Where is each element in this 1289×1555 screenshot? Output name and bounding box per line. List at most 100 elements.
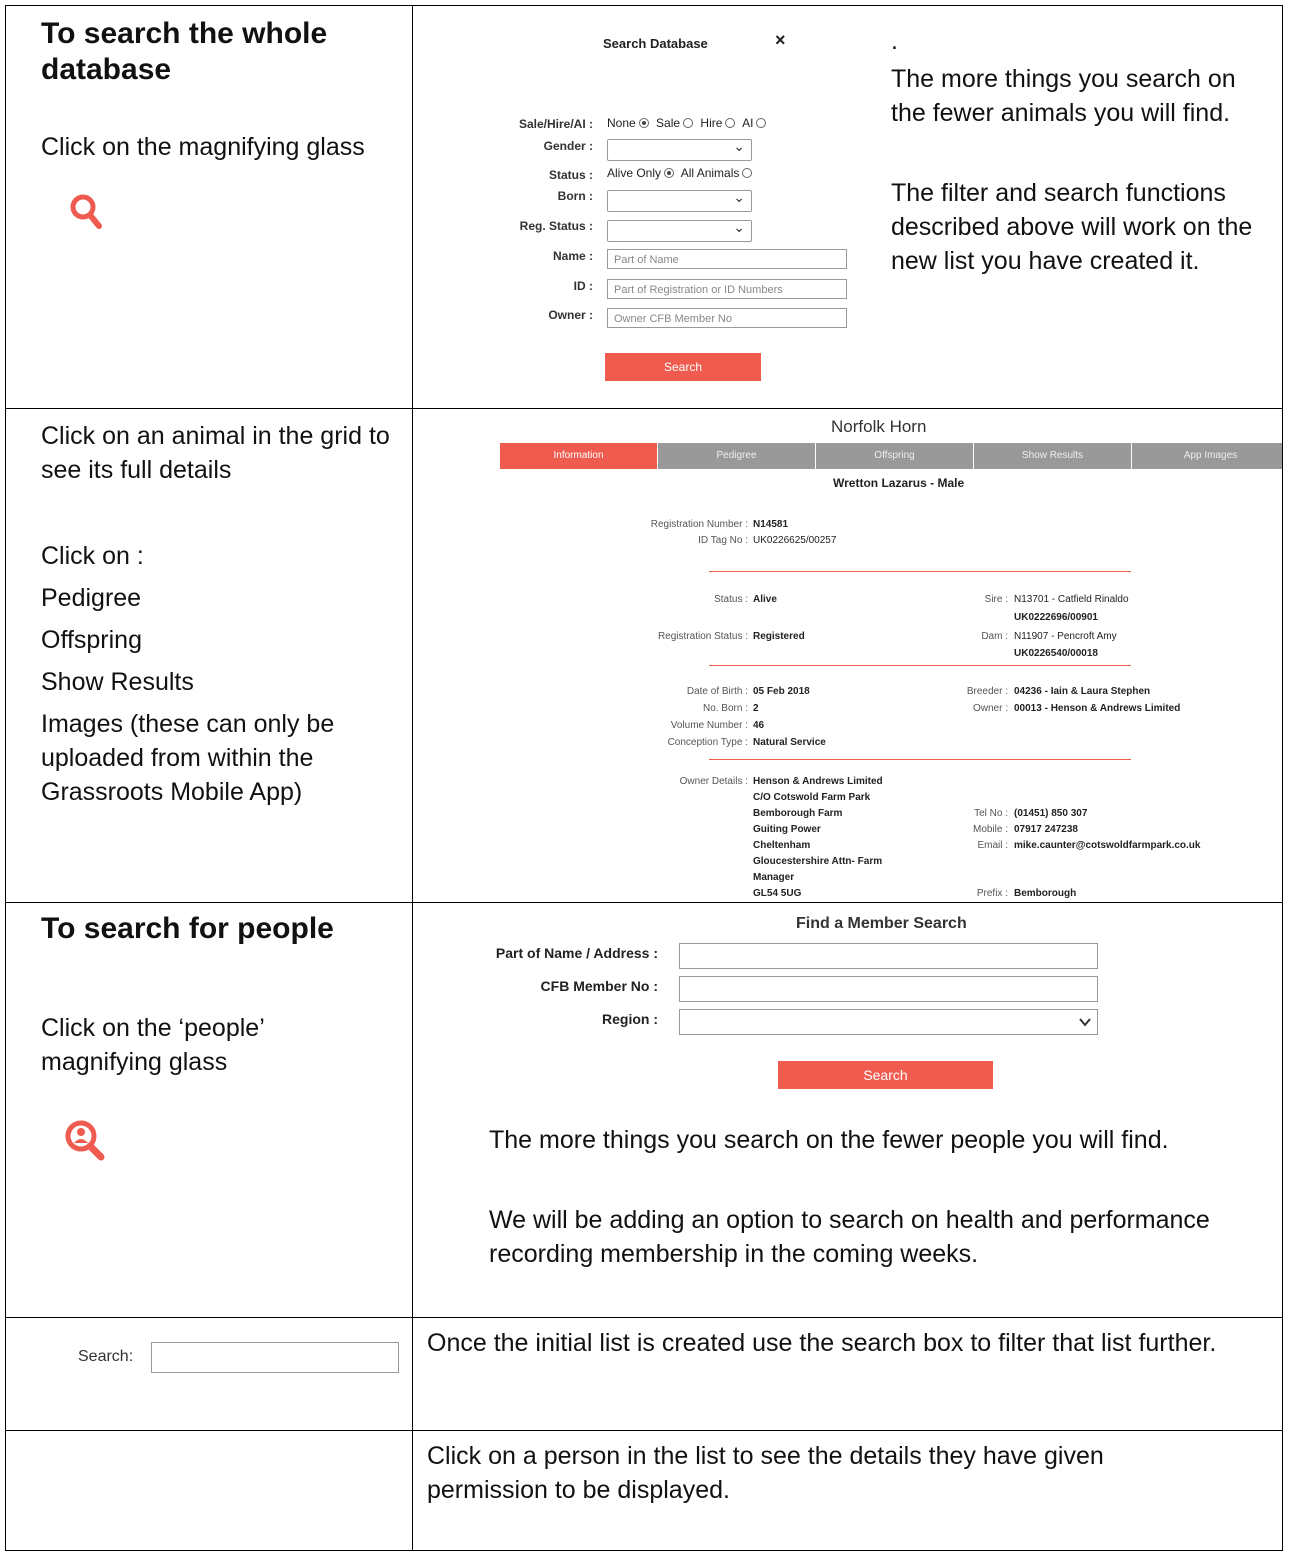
id-label: ID : xyxy=(573,279,593,293)
search-icon[interactable] xyxy=(69,193,107,235)
tab-information[interactable]: Information xyxy=(500,443,658,469)
mobile-value: 07917 247238 xyxy=(1014,824,1078,835)
radio-hire-label: Hire xyxy=(700,116,723,130)
born-select[interactable] xyxy=(607,189,752,212)
row3-left-cell: To search for people Click on the ‘peopl… xyxy=(5,902,413,1318)
row5-right-cell: Click on a person in the list to see the… xyxy=(412,1430,1283,1551)
breeder-label: Breeder : xyxy=(966,686,1008,697)
tab-app-images[interactable]: App Images xyxy=(1132,443,1282,469)
item-images: Images (these can only be uploaded from … xyxy=(41,710,335,806)
radio-hire[interactable] xyxy=(725,118,736,128)
tab-offspring[interactable]: Offspring xyxy=(816,443,974,469)
name-address-input[interactable] xyxy=(679,943,1098,969)
owner-address-line: GL54 5UG xyxy=(753,888,802,899)
close-icon[interactable]: × xyxy=(775,30,786,51)
sale-radio-group[interactable]: None Sale Hire AI xyxy=(607,116,770,130)
people-search-icon[interactable] xyxy=(64,1119,110,1165)
divider xyxy=(709,665,1131,666)
breed-title: Norfolk Horn xyxy=(831,417,927,436)
row2-left-cell: Click on an animal in the grid to see it… xyxy=(5,408,413,903)
owner-address-line: Manager xyxy=(753,872,795,883)
row1-left-cell: To search the whole database Click on th… xyxy=(5,5,413,409)
owner-address-line: C/O Cotswold Farm Park xyxy=(753,792,871,803)
filter-instruction: Once the initial list is created use the… xyxy=(427,1329,1217,1357)
radio-none[interactable] xyxy=(638,118,649,128)
owner-label: Owner : xyxy=(548,308,593,322)
name-input[interactable]: Part of Name xyxy=(607,249,847,269)
owner-address-line: Gloucestershire Attn- Farm xyxy=(753,856,883,867)
people-instruction: Click on the ‘people’ magnifying glass xyxy=(41,1014,264,1076)
sire-link[interactable]: N13701 - Catfield Rinaldo xyxy=(1014,594,1129,605)
radio-sale-label: Sale xyxy=(656,116,681,130)
status-radio-group[interactable]: Alive Only All Animals xyxy=(607,166,756,180)
row1-right-cell: Search Database × Sale/Hire/AI : None Sa… xyxy=(412,5,1283,409)
row-animal-details: Click on an animal in the grid to see it… xyxy=(5,408,1283,903)
tab-show-results[interactable]: Show Results xyxy=(974,443,1132,469)
status-label: Status : xyxy=(548,168,593,182)
status-value: Alive xyxy=(753,594,777,605)
note-filter-functions: The filter and search functions describe… xyxy=(891,179,1253,275)
mobile-label: Mobile : xyxy=(972,824,1008,835)
id-tag-label: ID Tag No : xyxy=(698,535,748,546)
tel-label: Tel No : xyxy=(974,808,1008,819)
radio-alive[interactable] xyxy=(664,168,675,178)
born-label: Born : xyxy=(557,189,593,203)
reg-status-select[interactable] xyxy=(607,219,752,242)
owner-input[interactable]: Owner CFB Member No xyxy=(607,308,847,328)
name-address-label: Part of Name / Address : xyxy=(495,945,658,961)
radio-ai-label: AI xyxy=(742,116,754,130)
item-offspring: Offspring xyxy=(41,626,142,654)
animal-name: Wretton Lazarus - Male xyxy=(833,476,965,490)
dot-text: . xyxy=(891,27,898,55)
region-select[interactable] xyxy=(679,1009,1098,1035)
row-filter-search: Search: Once the initial list is created… xyxy=(5,1317,1283,1431)
radio-ai[interactable] xyxy=(756,118,767,128)
detail-tabs: Information Pedigree Offspring Show Resu… xyxy=(500,443,1282,469)
note-health-performance: We will be adding an option to search on… xyxy=(489,1206,1210,1268)
radio-all[interactable] xyxy=(742,168,753,178)
dob-value: 05 Feb 2018 xyxy=(753,686,810,697)
owner-label: Owner : xyxy=(972,703,1008,714)
member-search-button[interactable]: Search xyxy=(778,1061,993,1089)
note-fewer-animals: The more things you search on the fewer … xyxy=(891,65,1236,127)
dam-link[interactable]: N11907 - Pencroft Amy xyxy=(1014,631,1117,642)
gender-select[interactable] xyxy=(607,138,752,161)
row4-left-cell: Search: xyxy=(5,1317,413,1431)
tel-value: (01451) 850 307 xyxy=(1014,808,1088,819)
search-db-title: Search Database xyxy=(603,36,708,51)
breeder-value: 04236 - Iain & Laura Stephen xyxy=(1014,686,1151,697)
name-label: Name : xyxy=(552,249,593,263)
search-filter-input[interactable] xyxy=(151,1342,399,1373)
reg-status-label: Reg. Status : xyxy=(519,219,593,233)
radio-none-label: None xyxy=(607,116,636,130)
row-search-people: To search for people Click on the ‘peopl… xyxy=(5,902,1283,1318)
sire-label: Sire : xyxy=(984,594,1008,605)
prefix-value: Bemborough xyxy=(1014,888,1077,899)
prefix-label: Prefix : xyxy=(976,888,1008,899)
cfb-member-input[interactable] xyxy=(679,976,1098,1002)
divider xyxy=(709,759,1131,760)
id-tag-value: UK0226625/00257 xyxy=(753,535,837,546)
radio-sale[interactable] xyxy=(683,118,694,128)
conception-value: Natural Service xyxy=(753,737,826,748)
dam-label: Dam : xyxy=(981,631,1008,642)
search-db-button[interactable]: Search xyxy=(605,353,761,381)
email-value[interactable]: mike.caunter@cotswoldfarmpark.co.uk xyxy=(1014,840,1200,851)
radio-alive-label: Alive Only xyxy=(607,166,662,180)
reg-no-value: N14581 xyxy=(753,519,789,530)
person-details-instruction: Click on a person in the list to see the… xyxy=(427,1442,1104,1504)
reg-no-label: Registration Number : xyxy=(650,519,748,530)
row4-right-cell: Once the initial list is created use the… xyxy=(412,1317,1283,1431)
divider xyxy=(709,571,1131,572)
dam-tag: UK0226540/00018 xyxy=(1014,648,1098,659)
search-label: Search: xyxy=(78,1348,134,1365)
owner-details-label: Owner Details : xyxy=(679,776,748,787)
id-input[interactable]: Part of Registration or ID Numbers xyxy=(607,279,847,299)
member-search-title: Find a Member Search xyxy=(796,915,967,932)
row3-right-cell: Find a Member Search Part of Name / Addr… xyxy=(412,902,1283,1318)
tab-pedigree[interactable]: Pedigree xyxy=(658,443,816,469)
gender-label: Gender : xyxy=(543,139,593,153)
cfb-member-label: CFB Member No : xyxy=(540,978,658,994)
instruction-table: To search the whole database Click on th… xyxy=(5,5,1283,1551)
owner-address-line: Henson & Andrews Limited xyxy=(753,776,883,787)
